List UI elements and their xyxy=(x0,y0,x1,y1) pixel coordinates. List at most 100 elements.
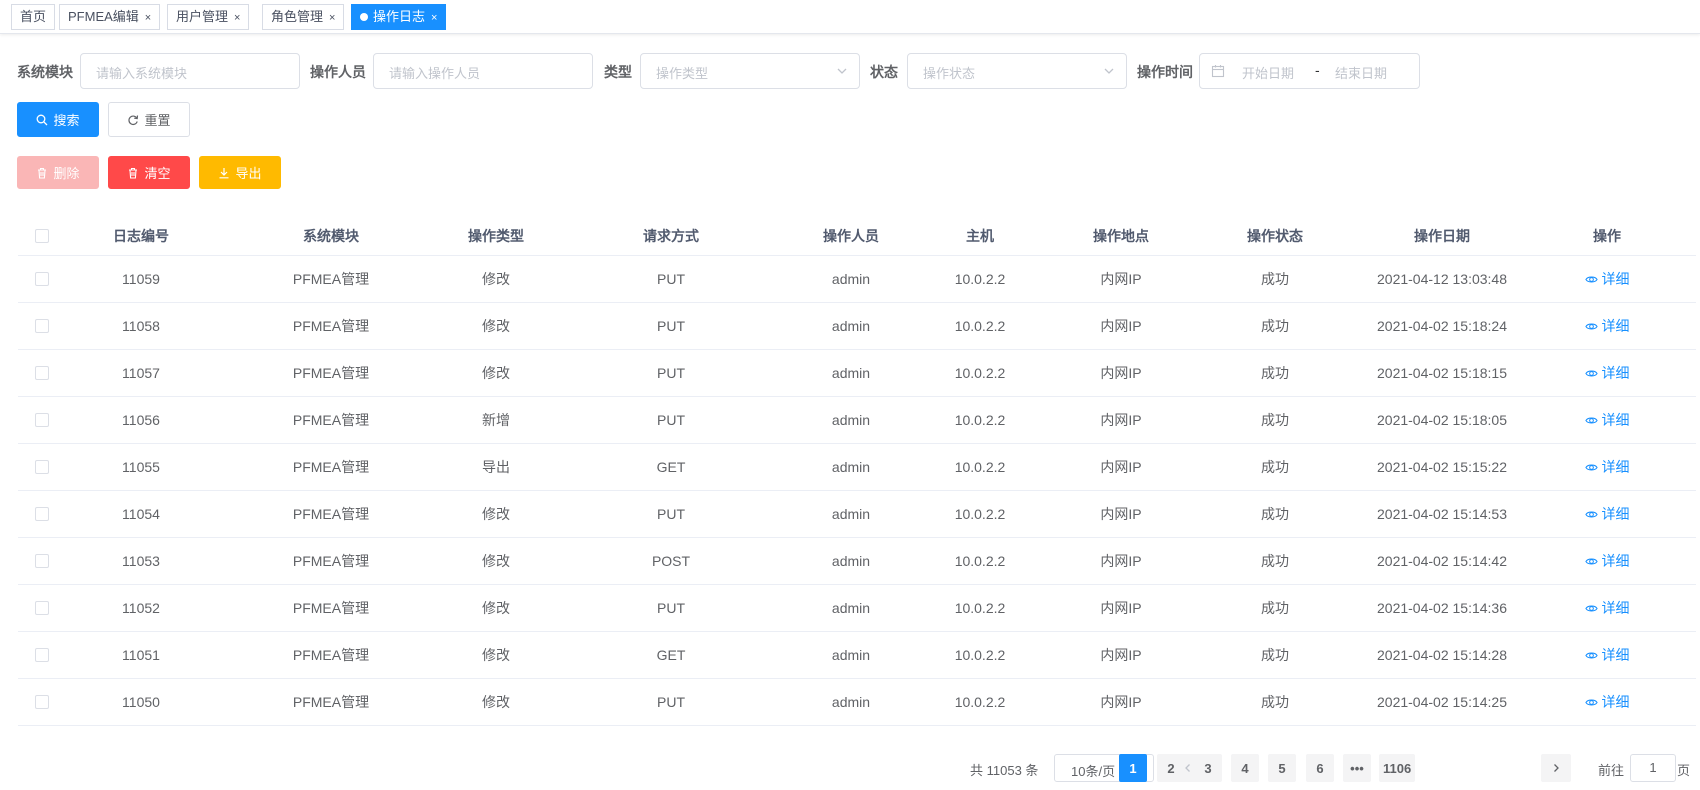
cell-module: PFMEA管理 xyxy=(292,553,370,569)
operator-label: 操作人员 xyxy=(310,64,366,80)
detail-link[interactable]: 详细 xyxy=(1584,316,1630,336)
table-row[interactable]: 11050 PFMEA管理 修改 PUT admin 10.0.2.2 内网IP 成功 2021… xyxy=(18,679,1696,726)
row-checkbox[interactable] xyxy=(35,272,49,286)
tab-pfmea-edit[interactable]: PFMEA编辑 × xyxy=(59,4,161,30)
cell-actions: 详细 xyxy=(1522,585,1692,631)
clear-label: 清空 xyxy=(144,166,171,181)
row-checkbox[interactable] xyxy=(35,507,49,521)
chevron-down-icon xyxy=(1104,68,1114,74)
row-checkbox[interactable] xyxy=(35,413,49,427)
header-operator[interactable]: 操作人员 xyxy=(796,216,906,255)
detail-link[interactable]: 详细 xyxy=(1584,551,1630,571)
cell-status: 成功 xyxy=(1261,412,1289,428)
header-request-method[interactable]: 请求方式 xyxy=(546,216,796,255)
close-icon[interactable]: × xyxy=(431,12,437,24)
page-number-button[interactable]: 1106 xyxy=(1379,754,1416,782)
table-row[interactable]: 11059 PFMEA管理 修改 PUT admin 10.0.2.2 内网IP 成功 2021… xyxy=(18,256,1696,303)
table-row[interactable]: 11055 PFMEA管理 导出 GET admin 10.0.2.2 内网IP 成功 2021… xyxy=(18,444,1696,491)
page-number-button[interactable]: 5 xyxy=(1268,754,1296,782)
tags-view-bar: 首页 PFMEA编辑 × 用户管理 × 角色管理 × 操作日志 × xyxy=(0,0,1700,34)
type-select[interactable]: 操作类型 xyxy=(640,53,860,89)
row-checkbox[interactable] xyxy=(35,319,49,333)
row-checkbox[interactable] xyxy=(35,460,49,474)
cell-log-id: 11055 xyxy=(122,459,160,475)
page-number-button[interactable]: 4 xyxy=(1231,754,1259,782)
header-date[interactable]: 操作日期 xyxy=(1362,216,1522,255)
table-row[interactable]: 11056 PFMEA管理 新增 PUT admin 10.0.2.2 内网IP 成功 2021… xyxy=(18,397,1696,444)
cell-operator: admin xyxy=(831,459,871,475)
close-icon[interactable]: × xyxy=(145,12,151,24)
next-page-button[interactable] xyxy=(1541,754,1571,782)
date-range-picker[interactable]: 开始日期 - 结束日期 xyxy=(1199,53,1420,89)
cell-operator: admin xyxy=(831,412,871,428)
detail-link[interactable]: 详细 xyxy=(1584,504,1630,524)
cell-date: 2021-04-02 15:18:05 xyxy=(1377,412,1507,428)
search-button[interactable]: 搜索 xyxy=(17,102,99,137)
row-checkbox[interactable] xyxy=(35,554,49,568)
clear-button[interactable]: 清空 xyxy=(108,156,190,189)
close-icon[interactable]: × xyxy=(234,12,240,24)
cell-location: 内网IP xyxy=(1100,412,1142,428)
page-number-button[interactable]: 6 xyxy=(1306,754,1334,782)
delete-button[interactable]: 删除 xyxy=(17,156,99,189)
table-row[interactable]: 11057 PFMEA管理 修改 PUT admin 10.0.2.2 内网IP 成功 2021… xyxy=(18,350,1696,397)
row-checkbox[interactable] xyxy=(35,648,49,662)
table-row[interactable]: 11051 PFMEA管理 修改 GET admin 10.0.2.2 内网IP 成功 2021… xyxy=(18,632,1696,679)
tab-role-management[interactable]: 角色管理 × xyxy=(262,4,345,30)
tab-label: 角色管理 xyxy=(271,9,324,24)
status-select[interactable]: 操作状态 xyxy=(907,53,1127,89)
tab-user-management[interactable]: 用户管理 × xyxy=(167,4,250,30)
header-status[interactable]: 操作状态 xyxy=(1188,216,1362,255)
detail-link[interactable]: 详细 xyxy=(1584,598,1630,618)
header-host[interactable]: 主机 xyxy=(906,216,1054,255)
cell-location: 内网IP xyxy=(1100,459,1142,475)
tab-label: 首页 xyxy=(20,9,47,24)
page-number-button[interactable]: 1 xyxy=(1119,754,1147,782)
table-row[interactable]: 11053 PFMEA管理 修改 POST admin 10.0.2.2 内网IP 成功 202… xyxy=(18,538,1696,585)
cell-date: 2021-04-02 15:18:24 xyxy=(1377,318,1507,334)
detail-link[interactable]: 详细 xyxy=(1584,645,1630,665)
cell-host: 10.0.2.2 xyxy=(954,459,1006,475)
select-all-checkbox[interactable] xyxy=(35,228,49,243)
table-row[interactable]: 11058 PFMEA管理 修改 PUT admin 10.0.2.2 内网IP 成功 2021… xyxy=(18,303,1696,350)
eye-icon xyxy=(1584,511,1598,517)
close-icon[interactable]: × xyxy=(329,12,335,24)
cell-module: PFMEA管理 xyxy=(292,459,370,475)
detail-link[interactable]: 详细 xyxy=(1584,410,1630,430)
row-select-cell xyxy=(18,679,66,725)
page-size-value: 10条/页 xyxy=(1071,764,1116,779)
operator-input[interactable]: 请输入操作人员 xyxy=(373,53,593,89)
page-number-button[interactable]: 2 xyxy=(1157,754,1185,782)
table-row[interactable]: 11052 PFMEA管理 修改 PUT admin 10.0.2.2 内网IP 成功 2021… xyxy=(18,585,1696,632)
header-operation-type[interactable]: 操作类型 xyxy=(446,216,546,255)
row-select-cell xyxy=(18,585,66,631)
page-ellipsis[interactable]: ••• xyxy=(1343,754,1371,782)
search-icon xyxy=(37,114,48,125)
row-checkbox[interactable] xyxy=(35,695,49,709)
cell-log-id: 11054 xyxy=(122,506,160,522)
goto-page-input[interactable]: 1 xyxy=(1630,754,1676,782)
goto-label: 前往 xyxy=(1598,763,1625,778)
tab-home[interactable]: 首页 xyxy=(11,4,56,30)
module-input[interactable]: 请输入系统模块 xyxy=(80,53,300,89)
tab-operation-log[interactable]: 操作日志 × xyxy=(351,4,447,30)
detail-link[interactable]: 详细 xyxy=(1584,692,1630,712)
detail-link[interactable]: 详细 xyxy=(1584,457,1630,477)
trash-icon xyxy=(38,167,47,179)
export-button[interactable]: 导出 xyxy=(199,156,281,189)
cell-status: 成功 xyxy=(1261,600,1289,616)
header-log-id[interactable]: 日志编号 xyxy=(66,216,216,255)
row-checkbox[interactable] xyxy=(35,601,49,615)
header-module[interactable]: 系统模块 xyxy=(216,216,446,255)
export-label: 导出 xyxy=(235,166,262,181)
detail-link[interactable]: 详细 xyxy=(1584,269,1630,289)
reset-button[interactable]: 重置 xyxy=(108,102,190,137)
row-checkbox[interactable] xyxy=(35,366,49,380)
detail-link[interactable]: 详细 xyxy=(1584,363,1630,383)
page-number-button[interactable]: 3 xyxy=(1194,754,1222,782)
table-row[interactable]: 11054 PFMEA管理 修改 PUT admin 10.0.2.2 内网IP 成功 2021… xyxy=(18,491,1696,538)
row-select-cell xyxy=(18,538,66,584)
search-label: 搜索 xyxy=(53,113,80,128)
detail-label: 详细 xyxy=(1601,412,1630,428)
header-location[interactable]: 操作地点 xyxy=(1054,216,1188,255)
